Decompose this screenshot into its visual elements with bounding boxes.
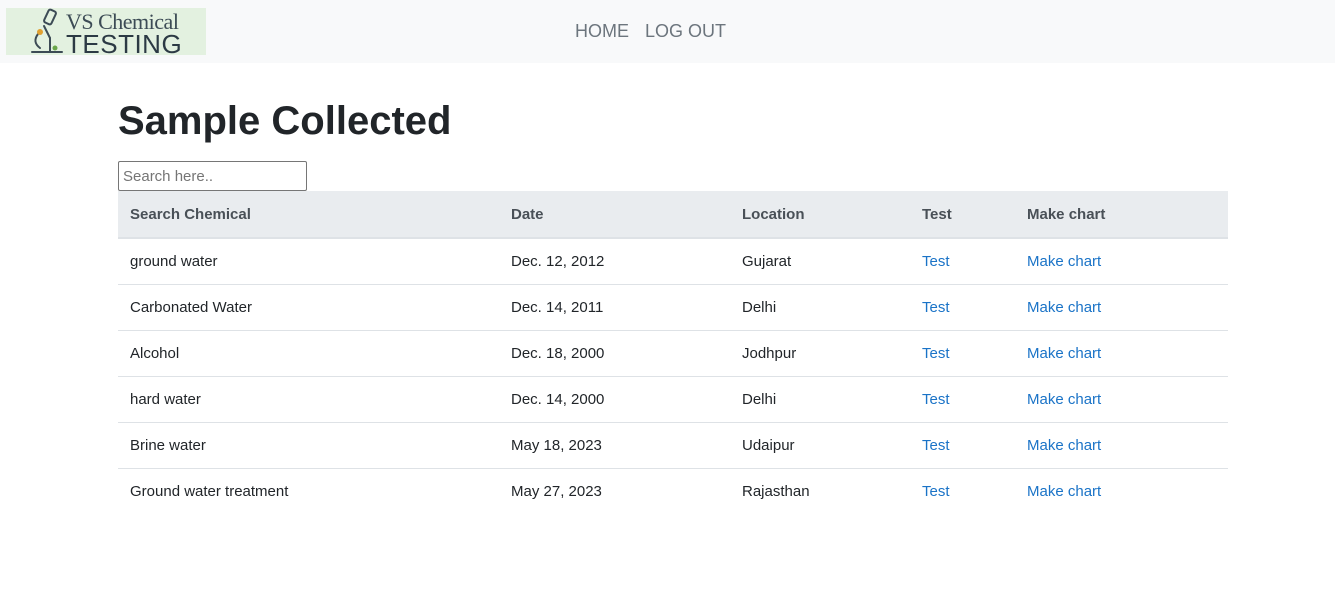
cell-location: Delhi	[730, 283, 910, 330]
table-row: hard water Dec. 14, 2000 Delhi Test Make…	[118, 375, 1228, 422]
header-search-chemical: Search Chemical	[118, 191, 499, 239]
test-link[interactable]: Test	[922, 299, 950, 316]
test-link[interactable]: Test	[922, 437, 950, 454]
cell-chemical: Alcohol	[118, 329, 499, 376]
make-chart-link[interactable]: Make chart	[1027, 253, 1101, 270]
test-link[interactable]: Test	[922, 483, 950, 500]
table-row: Alcohol Dec. 18, 2000 Jodhpur Test Make …	[118, 329, 1228, 376]
search-input[interactable]	[118, 161, 307, 191]
header-location: Location	[730, 191, 910, 239]
header-make-chart: Make chart	[1015, 191, 1228, 239]
cell-location: Udaipur	[730, 421, 910, 468]
make-chart-link[interactable]: Make chart	[1027, 299, 1101, 316]
cell-chart: Make chart	[1015, 375, 1228, 422]
cell-date: May 18, 2023	[499, 421, 730, 468]
cell-location: Delhi	[730, 375, 910, 422]
cell-chemical: ground water	[130, 252, 218, 270]
test-link[interactable]: Test	[922, 253, 950, 270]
navbar: VS Chemical TESTING HOME LOG OUT	[0, 0, 1335, 63]
cell-date: May 27, 2023	[499, 467, 730, 514]
cell-chemical: Ground water treatment	[118, 467, 499, 514]
brand-logo[interactable]: VS Chemical TESTING	[6, 8, 206, 55]
table-row: ground water Dec. 12, 2012 Gujarat Test …	[118, 238, 1228, 284]
cell-date: Dec. 18, 2000	[499, 329, 730, 376]
cell-date: Dec. 12, 2012	[511, 252, 605, 270]
cell-chart: Make chart	[1015, 283, 1228, 330]
cell-chemical: Brine water	[118, 421, 499, 468]
make-chart-link[interactable]: Make chart	[1027, 437, 1101, 454]
make-chart-link[interactable]: Make chart	[1027, 483, 1101, 500]
brand-name-line2: TESTING	[66, 29, 183, 55]
table-header-row: Search Chemical Date Location Test Make …	[118, 191, 1228, 239]
cell-chart: Make chart	[1015, 238, 1228, 284]
cell-chemical: Carbonated Water	[118, 283, 499, 330]
cell-test: Test	[910, 238, 1015, 284]
nav-home-link[interactable]: HOME	[567, 20, 637, 42]
cell-chart: Make chart	[1015, 467, 1228, 514]
cell-test: Test	[910, 421, 1015, 468]
cell-test: Test	[910, 329, 1015, 376]
cell-chart: Make chart	[1015, 329, 1228, 376]
make-chart-link[interactable]: Make chart	[1027, 345, 1101, 362]
cell-chart: Make chart	[1015, 421, 1228, 468]
test-link[interactable]: Test	[922, 345, 950, 362]
cell-date: Dec. 14, 2011	[499, 283, 730, 330]
test-link[interactable]: Test	[922, 391, 950, 408]
microscope-icon	[31, 8, 63, 53]
header-test: Test	[910, 191, 1015, 239]
page-title: Sample Collected	[118, 99, 452, 143]
table-row: Carbonated Water Dec. 14, 2011 Delhi Tes…	[118, 283, 1228, 330]
nav-logout-link[interactable]: LOG OUT	[637, 20, 734, 42]
make-chart-link[interactable]: Make chart	[1027, 391, 1101, 408]
cell-test: Test	[910, 283, 1015, 330]
cell-chemical: hard water	[118, 375, 499, 422]
cell-test: Test	[910, 467, 1015, 514]
header-date: Date	[499, 191, 730, 239]
cell-date: Dec. 14, 2000	[499, 375, 730, 422]
cell-location: Rajasthan	[730, 467, 910, 514]
nav-links: HOME LOG OUT	[567, 20, 734, 42]
table-row: Ground water treatment May 27, 2023 Raja…	[118, 467, 1228, 514]
cell-test: Test	[910, 375, 1015, 422]
samples-table: Search Chemical Date Location Test Make …	[118, 191, 1228, 514]
table-row: Brine water May 18, 2023 Udaipur Test Ma…	[118, 421, 1228, 468]
cell-location: Gujarat	[742, 252, 792, 270]
cell-location: Jodhpur	[730, 329, 910, 376]
